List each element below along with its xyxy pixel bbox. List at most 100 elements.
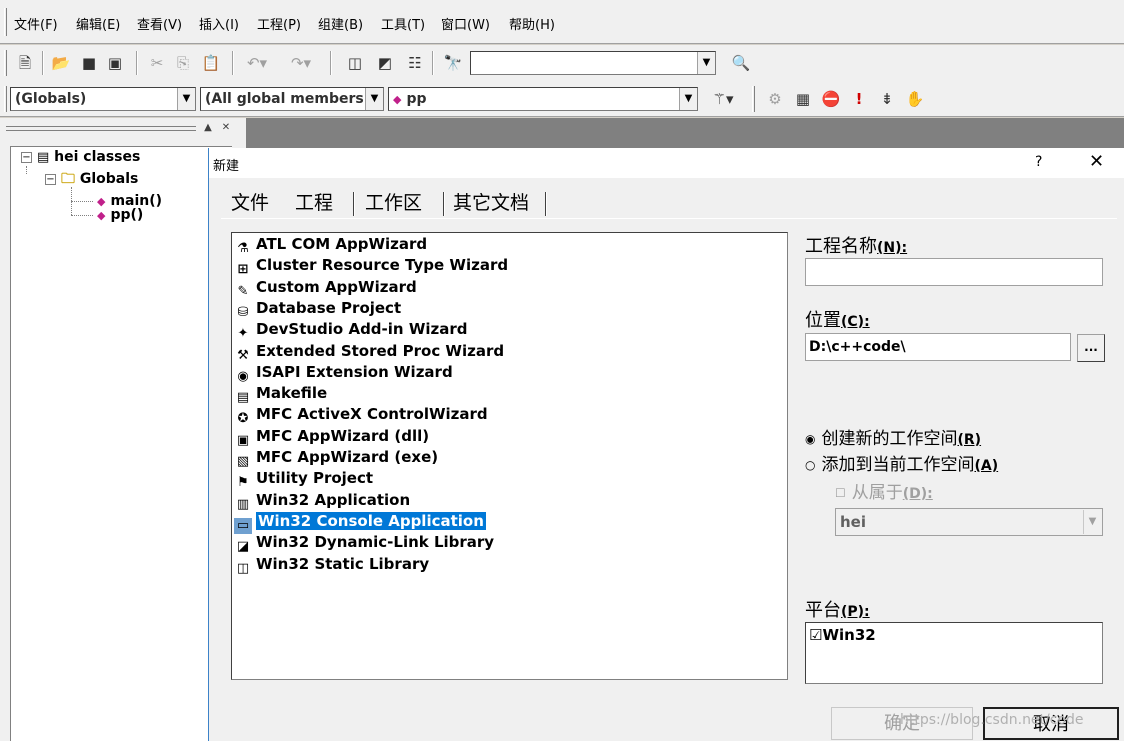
menu-insert[interactable]: 插入(I) — [199, 14, 239, 33]
wizard-action-icon[interactable]: ⚚▾ — [704, 88, 742, 110]
browse-button[interactable]: ... — [1077, 334, 1105, 362]
go-icon[interactable]: ⇟ — [876, 88, 898, 110]
menu-tools[interactable]: 工具(T) — [381, 14, 425, 33]
project-type-item[interactable]: ✦ DevStudio Add-in Wizard — [234, 319, 468, 341]
workspace-icon[interactable]: ◫ — [344, 52, 366, 74]
add-to-workspace-text: 添加到当前工作空间 — [821, 455, 975, 475]
tab-projects[interactable]: 工程 — [295, 188, 333, 218]
menu-grip[interactable] — [4, 8, 7, 36]
find-combo[interactable]: ▼ — [470, 51, 716, 75]
tab-separator — [353, 192, 355, 216]
tab-other-documents[interactable]: 其它文档 — [453, 188, 529, 218]
build-icon[interactable]: ▦ — [792, 88, 814, 110]
members-combo[interactable]: (All global members ▼ — [200, 87, 384, 111]
execute-icon[interactable]: ! — [848, 88, 870, 110]
chevron-down-icon: ▼ — [1083, 510, 1101, 534]
undo-icon[interactable]: ↶▾ — [240, 52, 274, 74]
menu-project[interactable]: 工程(P) — [257, 14, 301, 33]
tree-line — [26, 166, 27, 174]
platform-item[interactable]: ☑Win32 — [809, 626, 876, 644]
project-type-item[interactable]: ▣ MFC AppWizard (dll) — [234, 426, 429, 448]
project-type-item[interactable]: ▥ Win32 Application — [234, 490, 410, 512]
project-type-item[interactable]: ▧ MFC AppWizard (exe) — [234, 447, 438, 469]
menu-edit[interactable]: 编辑(E) — [76, 14, 120, 33]
menu-file[interactable]: 文件(F) — [14, 14, 58, 33]
tree-root[interactable]: ▤ hei classes — [37, 147, 140, 167]
project-type-item[interactable]: ⚒ Extended Stored Proc Wizard — [234, 341, 504, 363]
save-icon[interactable]: ■ — [78, 52, 100, 74]
tree-item-pp[interactable]: ◆ pp() — [97, 205, 143, 225]
create-new-workspace-accel: (R) — [957, 432, 982, 448]
redo-icon[interactable]: ↷▾ — [284, 52, 318, 74]
toolbar-grip[interactable] — [752, 86, 755, 112]
project-type-item[interactable]: ⚑ Utility Project — [234, 468, 374, 490]
help-button[interactable]: ? — [1035, 154, 1042, 170]
new-text-file-icon[interactable]: 🗎 — [14, 52, 36, 74]
output-icon[interactable]: ◩ — [374, 52, 396, 74]
menu-view[interactable]: 查看(V) — [137, 14, 182, 33]
project-type-label: ISAPI Extension Wizard — [256, 362, 453, 381]
find-icon[interactable]: 🔍 — [730, 52, 752, 74]
stop-build-icon[interactable]: ⛔ — [820, 88, 842, 110]
project-type-item[interactable]: ◫ Win32 Static Library — [234, 554, 429, 576]
function-combo[interactable]: ◆ pp ▼ — [388, 87, 698, 111]
watermark: https://blog.csdn.net/code — [900, 712, 1084, 728]
location-field[interactable]: D:\c++code\ — [805, 333, 1071, 361]
breakpoint-icon[interactable]: ✋ — [904, 88, 926, 110]
tree-globals[interactable]: 🗀 Globals — [61, 169, 138, 189]
project-type-item[interactable]: ✎ Custom AppWizard — [234, 277, 417, 299]
tab-workspaces[interactable]: 工作区 — [365, 188, 422, 218]
chevron-down-icon[interactable]: ▼ — [697, 52, 715, 74]
location-text: 位置 — [805, 310, 841, 331]
open-folder-icon[interactable]: 📂 — [50, 52, 72, 74]
project-type-item[interactable]: ▭ Win32 Console Application — [234, 511, 486, 534]
cut-icon[interactable]: ✂ — [146, 52, 168, 74]
collapse-root-icon[interactable]: − — [21, 152, 32, 163]
collapse-globals-icon[interactable]: − — [45, 174, 56, 185]
copy-icon[interactable]: ⎘ — [172, 52, 194, 74]
class-combo[interactable]: (Globals) ▼ — [10, 87, 196, 111]
dependency-checkbox[interactable]: ☐ 从属于(D): — [835, 478, 933, 503]
project-type-item[interactable]: ◪ Win32 Dynamic-Link Library — [234, 532, 494, 554]
class-tree[interactable]: − ▤ hei classes − 🗀 Globals ◆ main() ◆ pp(… — [10, 146, 232, 741]
close-button[interactable]: ✕ — [1089, 151, 1104, 172]
window-list-icon[interactable]: ☷ — [404, 52, 426, 74]
add-to-workspace-radio[interactable]: ○ 添加到当前工作空间(A) — [805, 450, 998, 475]
menu-window[interactable]: 窗口(W) — [441, 14, 490, 33]
toolbar-grip[interactable] — [4, 86, 7, 112]
menu-bar: 文件(F) 编辑(E) 查看(V) 插入(I) 工程(P) 组建(B) 工具(T… — [0, 0, 1124, 44]
pane-grip[interactable] — [6, 126, 196, 131]
platform-accel: (P): — [841, 604, 870, 620]
chevron-down-icon[interactable]: ▼ — [679, 88, 697, 110]
save-all-icon[interactable]: ▣ — [104, 52, 126, 74]
dialog-titlebar[interactable]: 新建 ? ✕ — [209, 148, 1124, 178]
compile-icon[interactable]: ⚙ — [764, 88, 786, 110]
platform-list[interactable]: ☑Win32 — [805, 622, 1103, 684]
project-type-item[interactable]: ✪ MFC ActiveX ControlWizard — [234, 404, 488, 426]
tab-files[interactable]: 文件 — [231, 188, 269, 218]
toolbar-grip[interactable] — [4, 50, 7, 76]
paste-icon[interactable]: 📋 — [200, 52, 222, 74]
create-new-workspace-text: 创建新的工作空间 — [821, 429, 958, 449]
project-type-item[interactable]: ◉ ISAPI Extension Wizard — [234, 362, 453, 384]
menu-help[interactable]: 帮助(H) — [509, 14, 555, 33]
project-type-list[interactable]: ⚗ ATL COM AppWizard ⊞ Cluster Resource Type… — [231, 232, 788, 680]
project-type-label: Utility Project — [256, 469, 374, 488]
project-type-item[interactable]: ⚗ ATL COM AppWizard — [234, 234, 427, 256]
function-combo-value: pp — [406, 91, 427, 107]
project-type-item[interactable]: ⛁ Database Project — [234, 298, 402, 320]
chevron-down-icon[interactable]: ▼ — [365, 88, 383, 110]
close-pane-icon[interactable]: ✕ — [220, 122, 232, 135]
project-type-item[interactable]: ⊞ Cluster Resource Type Wizard — [234, 255, 509, 277]
menu-build[interactable]: 组建(B) — [318, 14, 363, 33]
maximize-pane-icon[interactable]: ▲ — [202, 122, 214, 135]
tree-root-label: hei classes — [54, 149, 141, 165]
project-name-field[interactable] — [805, 258, 1103, 286]
create-new-workspace-radio[interactable]: ◉ 创建新的工作空间(R) — [805, 424, 981, 449]
find-in-files-icon[interactable]: 🔭 — [442, 52, 464, 74]
chevron-down-icon[interactable]: ▼ — [177, 88, 195, 110]
project-type-item[interactable]: ▤ Makefile — [234, 383, 327, 405]
dependency-combo[interactable]: hei ▼ — [835, 508, 1103, 536]
tree-item-label: pp() — [110, 207, 144, 223]
pane-header: ▲ ✕ — [6, 122, 242, 136]
